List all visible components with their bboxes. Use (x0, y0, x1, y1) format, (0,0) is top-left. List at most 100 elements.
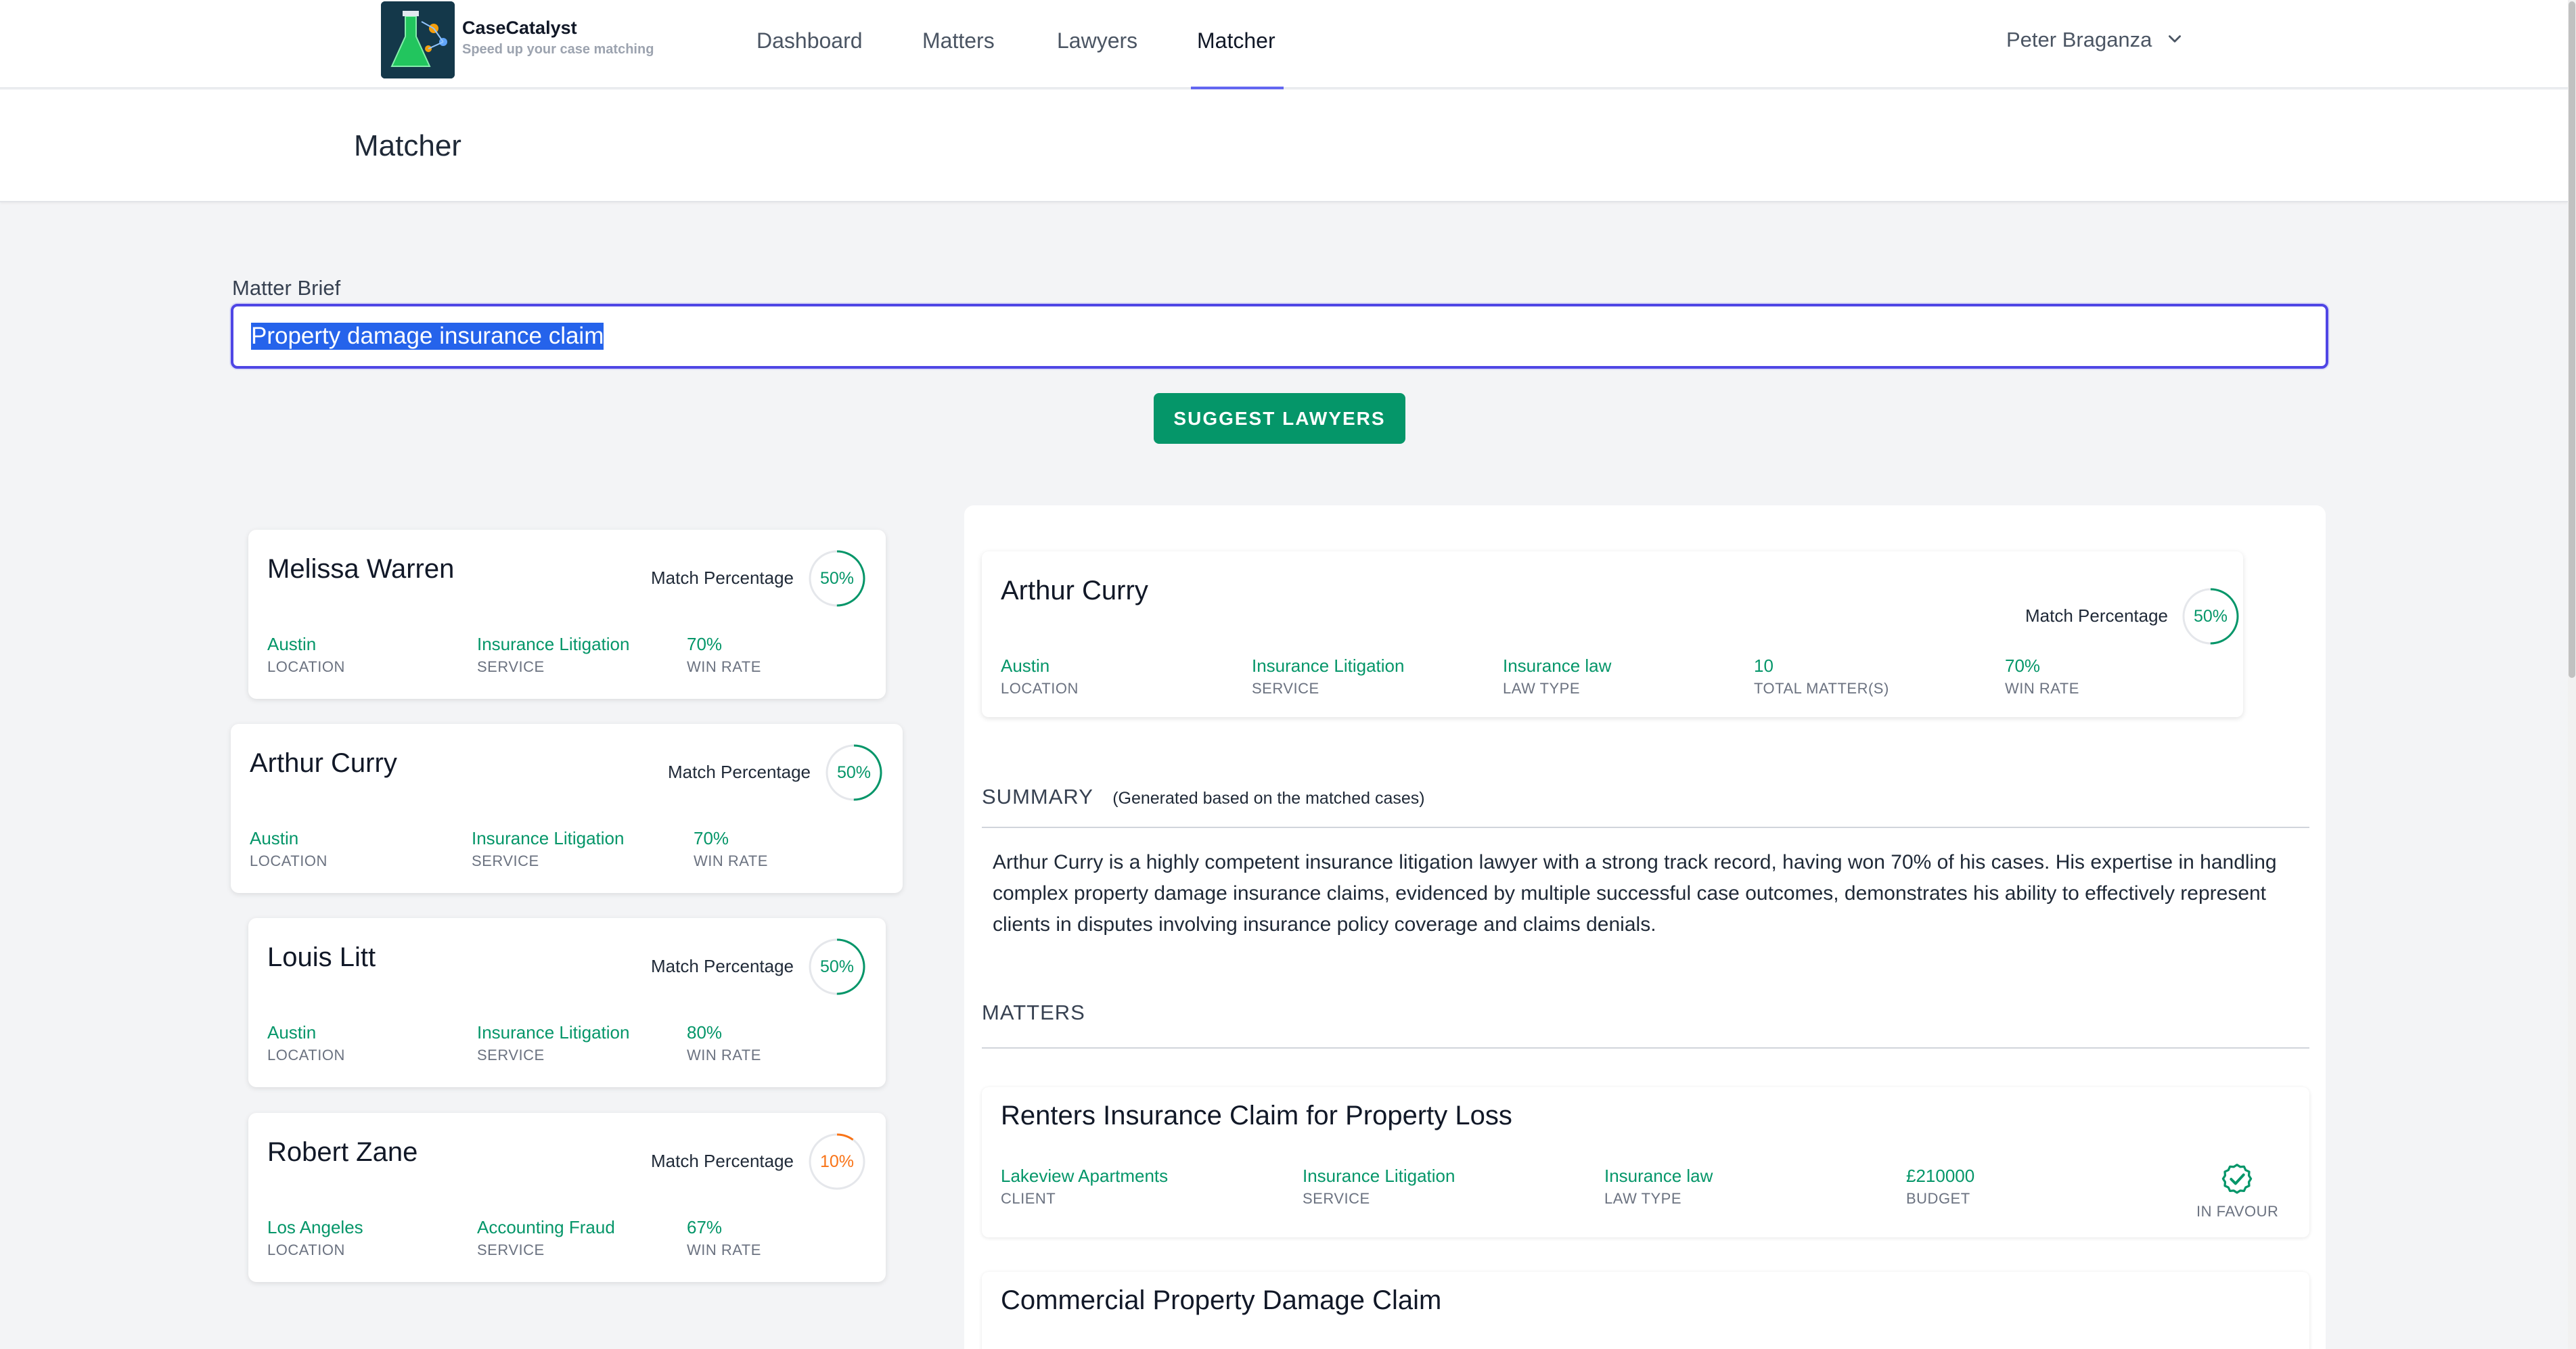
match-percentage-ring: 50% (807, 549, 867, 608)
match-percentage-ring: 10% (807, 1132, 867, 1191)
lawyer-card[interactable]: Melissa Warren Match Percentage 50% Aust… (248, 530, 886, 699)
win-rate-label: WIN RATE (694, 852, 768, 869)
matters-heading: MATTERS (982, 1001, 1085, 1024)
lawyer-detail-card: Arthur Curry Match Percentage 50% Austin… (982, 551, 2243, 717)
summary-note: (Generated based on the matched cases) (1112, 789, 1425, 808)
detail-win-rate: 70% (2005, 656, 2041, 676)
lawyer-service: Accounting Fraud (477, 1217, 615, 1237)
location-label: LOCATION (267, 658, 345, 675)
matters-divider (982, 1047, 2309, 1049)
lawyer-name: Arthur Curry (250, 748, 397, 778)
user-menu-name[interactable]: Peter Braganza (2006, 28, 2152, 52)
detail-total-matters: 10 (1754, 656, 1773, 676)
lawyer-card[interactable]: Robert Zane Match Percentage 10% Los Ang… (248, 1113, 886, 1282)
matter-card[interactable]: Commercial Property Damage Claim (982, 1272, 2309, 1349)
matter-law-type: Insurance law (1604, 1166, 1713, 1186)
lawyer-card-selected[interactable]: Arthur Curry Match Percentage 50% Austin… (231, 724, 903, 893)
nav-active-indicator (1191, 87, 1284, 89)
matter-card[interactable]: Renters Insurance Claim for Property Los… (982, 1087, 2309, 1237)
lawyer-name: Melissa Warren (267, 554, 455, 584)
matter-budget: £210000 (1906, 1166, 1975, 1186)
match-percentage-label: Match Percentage (651, 1151, 794, 1171)
budget-label: BUDGET (1906, 1190, 1970, 1207)
summary-heading: SUMMARY (Generated based on the matched … (982, 785, 1425, 809)
lawyer-location: Austin (267, 634, 317, 654)
lawyer-name: Louis Litt (267, 942, 376, 972)
law-type-label: LAW TYPE (1503, 680, 1581, 697)
brand-name: CaseCatalyst (462, 18, 577, 38)
matter-brief-input[interactable] (231, 304, 2328, 369)
suggest-lawyers-button[interactable]: SUGGEST LAWYERS (1154, 393, 1405, 444)
summary-text: Arthur Curry is a highly competent insur… (993, 851, 2277, 936)
lawyer-service: Insurance Litigation (477, 634, 630, 654)
lawyer-card[interactable]: Louis Litt Match Percentage 50% Austin L… (248, 918, 886, 1087)
match-percentage-value: 50% (836, 763, 872, 782)
total-matters-label: TOTAL MATTER(S) (1754, 680, 1889, 697)
lawyer-location: Los Angeles (267, 1217, 363, 1237)
detail-service: Insurance Litigation (1252, 656, 1405, 676)
lawyer-service: Insurance Litigation (472, 828, 625, 848)
match-percentage-value: 50% (819, 957, 855, 976)
detail-location: Austin (1001, 656, 1050, 676)
summary-divider (982, 827, 2309, 828)
location-label: LOCATION (1001, 680, 1079, 697)
lawyer-win-rate: 70% (694, 828, 729, 848)
lawyer-name: Robert Zane (267, 1137, 418, 1167)
service-label: SERVICE (477, 1047, 545, 1064)
matter-client: Lakeview Apartments (1001, 1166, 1169, 1186)
match-percentage-ring: 50% (807, 937, 867, 997)
top-navigation: CaseCatalyst Speed up your case matching… (0, 0, 2568, 89)
matter-service: Insurance Litigation (1303, 1166, 1455, 1186)
win-rate-label: WIN RATE (687, 1241, 761, 1258)
matter-title: Renters Insurance Claim for Property Los… (1001, 1101, 1512, 1130)
service-label: SERVICE (1252, 680, 1319, 697)
match-percentage-value: 50% (819, 569, 855, 588)
match-percentage-value: 50% (2193, 607, 2228, 626)
lawyer-detail-panel: Arthur Curry Match Percentage 50% Austin… (964, 505, 2326, 1349)
service-label: SERVICE (472, 852, 539, 869)
win-rate-label: WIN RATE (687, 1047, 761, 1064)
location-label: LOCATION (267, 1241, 345, 1258)
in-favour-label: IN FAVOUR (2196, 1203, 2279, 1220)
matter-title: Commercial Property Damage Claim (1001, 1285, 1442, 1315)
win-rate-label: WIN RATE (687, 658, 761, 675)
service-label: SERVICE (477, 1241, 545, 1258)
client-label: CLIENT (1001, 1190, 1056, 1207)
lawyer-win-rate: 80% (687, 1022, 723, 1043)
summary-heading-text: SUMMARY (982, 785, 1093, 808)
win-rate-label: WIN RATE (2005, 680, 2079, 697)
nav-matters[interactable]: Matters (922, 28, 995, 53)
lawyer-service: Insurance Litigation (477, 1022, 630, 1043)
page-title: Matcher (354, 129, 461, 162)
location-label: LOCATION (250, 852, 327, 869)
outcome-status: IN FAVOUR (2196, 1162, 2278, 1220)
lawyer-location: Austin (250, 828, 299, 848)
scrollbar-thumb[interactable] (2569, 1, 2575, 678)
match-percentage-value: 10% (819, 1152, 855, 1171)
lawyer-location: Austin (267, 1022, 317, 1043)
service-label: SERVICE (477, 658, 545, 675)
match-percentage-label: Match Percentage (651, 956, 794, 976)
match-percentage-label: Match Percentage (668, 762, 811, 782)
check-badge-icon (2221, 1164, 2253, 1194)
match-percentage-ring: 50% (824, 743, 884, 802)
lawyer-name: Arthur Curry (1001, 576, 1148, 605)
location-label: LOCATION (267, 1047, 345, 1064)
brand-tagline: Speed up your case matching (462, 42, 654, 57)
chevron-down-icon[interactable] (2166, 30, 2184, 48)
match-percentage-label: Match Percentage (651, 568, 794, 588)
match-percentage-ring: 50% (2181, 587, 2240, 646)
nav-lawyers[interactable]: Lawyers (1057, 28, 1137, 53)
nav-matcher[interactable]: Matcher (1197, 28, 1275, 53)
service-label: SERVICE (1303, 1190, 1370, 1207)
vertical-scrollbar[interactable] (2568, 0, 2576, 1349)
matter-brief-label: Matter Brief (232, 276, 341, 300)
page-header: Matcher (0, 90, 2568, 202)
lawyer-win-rate: 70% (687, 634, 723, 654)
match-percentage-label: Match Percentage (2025, 605, 2169, 626)
lawyer-win-rate: 67% (687, 1217, 723, 1237)
law-type-label: LAW TYPE (1604, 1190, 1682, 1207)
app-logo-icon[interactable] (381, 1, 455, 78)
nav-dashboard[interactable]: Dashboard (756, 28, 863, 53)
detail-law-type: Insurance law (1503, 656, 1612, 676)
